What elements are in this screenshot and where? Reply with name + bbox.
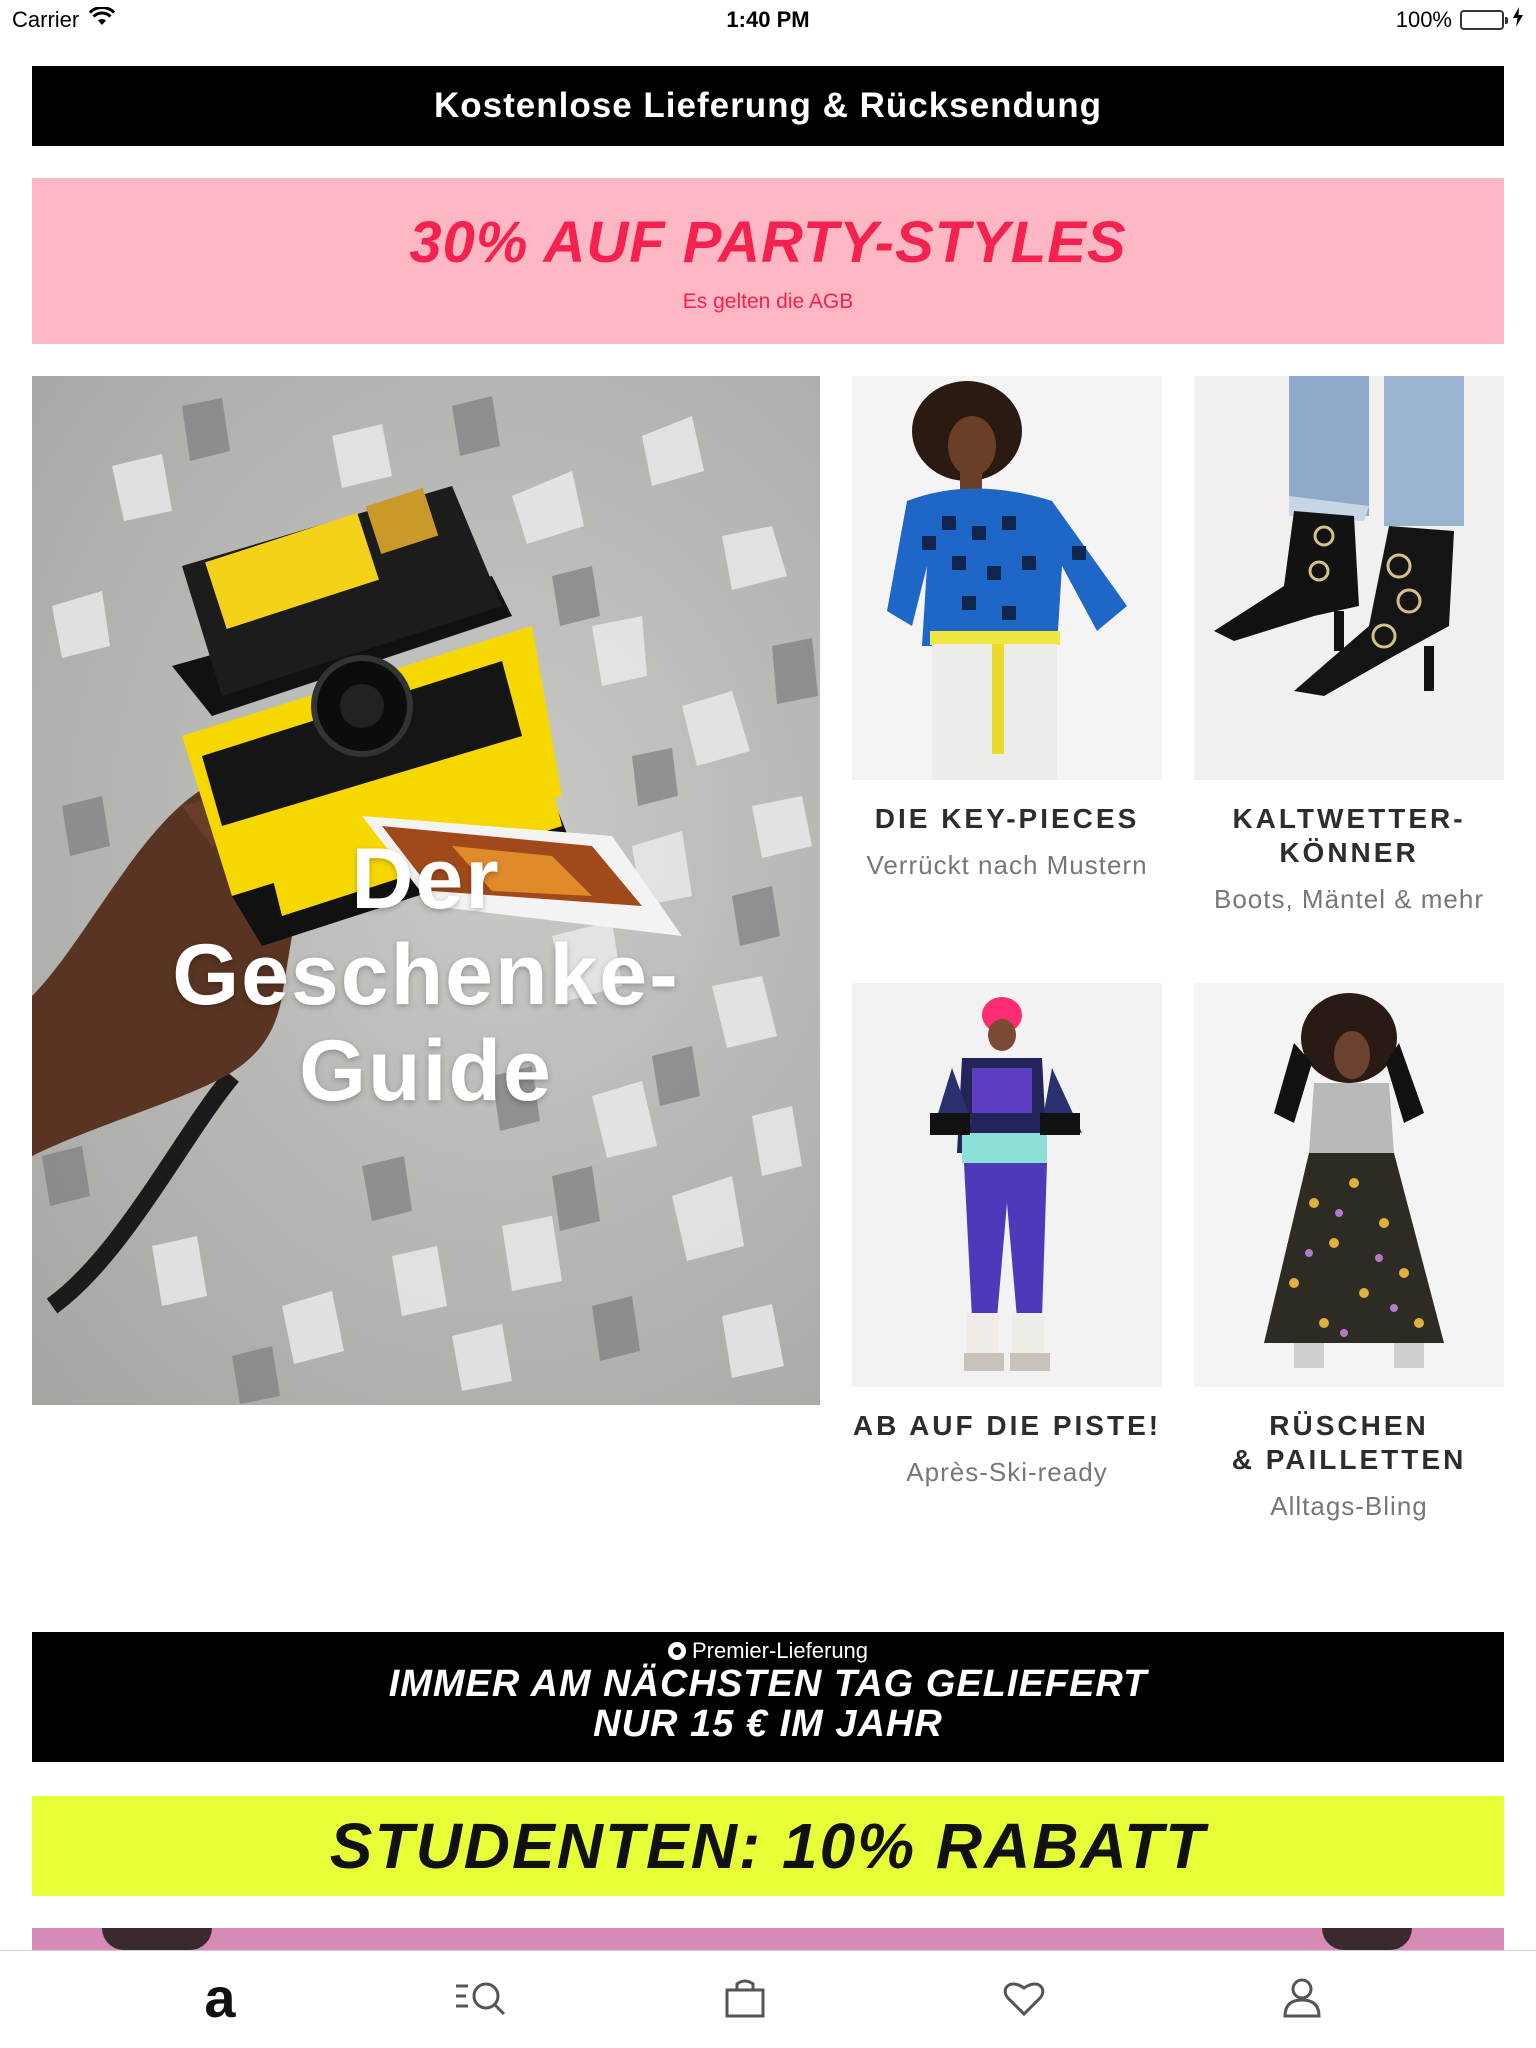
free-delivery-banner[interactable]: Kostenlose Lieferung & Rücksendung (32, 66, 1504, 146)
hero-title-line-2: Geschenke- (172, 927, 680, 1023)
charging-icon (1512, 7, 1524, 33)
student-discount-banner[interactable]: STUDENTEN: 10% RABATT (32, 1796, 1504, 1896)
premier-label: Premier-Lieferung (32, 1638, 1504, 1664)
premier-line-2: NUR 15 € IM JAHR (593, 1703, 943, 1745)
tile-key-pieces[interactable]: DIE KEY-PIECES Verrückt nach Mustern (852, 376, 1162, 881)
tile-image-cold-weather (1194, 376, 1504, 780)
search-icon (456, 1982, 506, 2016)
tab-home[interactable]: a (190, 1966, 250, 2029)
tile-title: AB AUF DIE PISTE! (852, 1409, 1162, 1443)
preview-shape (1322, 1928, 1412, 1950)
gift-guide-hero[interactable]: Der Geschenke- Guide (32, 376, 820, 1405)
tile-image-ruffles-sequins (1194, 983, 1504, 1387)
premier-line-1: IMMER AM NÄCHSTEN TAG GELIEFERT (388, 1663, 1148, 1705)
tile-ski[interactable]: AB AUF DIE PISTE! Après-Ski-ready (852, 983, 1162, 1488)
tab-bar: a (0, 1950, 1536, 2048)
promo-headline: 30% AUF PARTY-STYLES (409, 209, 1127, 275)
tab-saved[interactable] (994, 1973, 1054, 2023)
tile-title: RÜSCHEN & PAILLETTEN (1194, 1409, 1504, 1477)
tile-title-line-2: KÖNNER (1279, 837, 1419, 868)
tile-subtitle: Boots, Mäntel & mehr (1214, 884, 1484, 914)
student-discount-text: STUDENTEN: 10% RABATT (329, 1810, 1207, 1882)
tile-subtitle: Après-Ski-ready (906, 1457, 1108, 1487)
hero-title-line-3: Guide (299, 1023, 553, 1119)
tab-search[interactable] (452, 1973, 512, 2023)
tile-image-ski (852, 983, 1162, 1387)
promo-terms: Es gelten die AGB (682, 289, 854, 313)
tile-title: KALTWETTER- KÖNNER (1194, 802, 1504, 870)
tab-bag[interactable] (715, 1973, 775, 2023)
preview-shape (102, 1928, 212, 1950)
premier-label-text: Premier-Lieferung (691, 1638, 869, 1663)
tile-title-line-1: DIE KEY-PIECES (874, 803, 1140, 834)
tile-ruffles-sequins[interactable]: RÜSCHEN & PAILLETTEN Alltags-Bling (1194, 983, 1504, 1522)
user-icon (1283, 1978, 1321, 2018)
tile-cold-weather[interactable]: KALTWETTER- KÖNNER Boots, Mäntel & mehr (1194, 376, 1504, 915)
tile-title: DIE KEY-PIECES (852, 802, 1162, 836)
clock: 1:40 PM (726, 7, 810, 32)
hero-title: Der Geschenke- Guide (32, 831, 820, 1119)
premier-delivery-banner[interactable]: Premier-Lieferung IMMER AM NÄCHSTEN TAG … (32, 1632, 1504, 1762)
tile-subtitle: Verrückt nach Mustern (866, 850, 1148, 880)
party-styles-promo-banner[interactable]: 30% AUF PARTY-STYLES Es gelten die AGB (32, 178, 1504, 344)
bag-icon (725, 1979, 765, 2018)
tile-title-line-1: KALTWETTER- (1232, 803, 1466, 834)
battery-indicator: 100% (1396, 7, 1524, 33)
asos-logo-icon: a (204, 1966, 236, 2029)
next-content-preview[interactable] (32, 1928, 1504, 1950)
battery-icon (1460, 10, 1508, 30)
tile-title-line-1: AB AUF DIE PISTE! (852, 1410, 1162, 1441)
tab-account[interactable] (1272, 1973, 1332, 2023)
premier-logo-icon (667, 1642, 686, 1660)
battery-percent: 100% (1395, 7, 1452, 32)
tile-title-line-1: RÜSCHEN (1269, 1410, 1429, 1441)
tile-title-line-2: & PAILLETTEN (1231, 1444, 1467, 1475)
tile-subtitle: Alltags-Bling (1270, 1491, 1428, 1521)
hero-title-line-1: Der (351, 831, 501, 927)
tile-image-key-pieces (852, 376, 1162, 780)
heart-icon (1003, 1982, 1045, 2017)
free-delivery-text: Kostenlose Lieferung & Rücksendung (434, 86, 1102, 125)
status-bar: Carrier 1:40 PM 100% (0, 0, 1536, 40)
